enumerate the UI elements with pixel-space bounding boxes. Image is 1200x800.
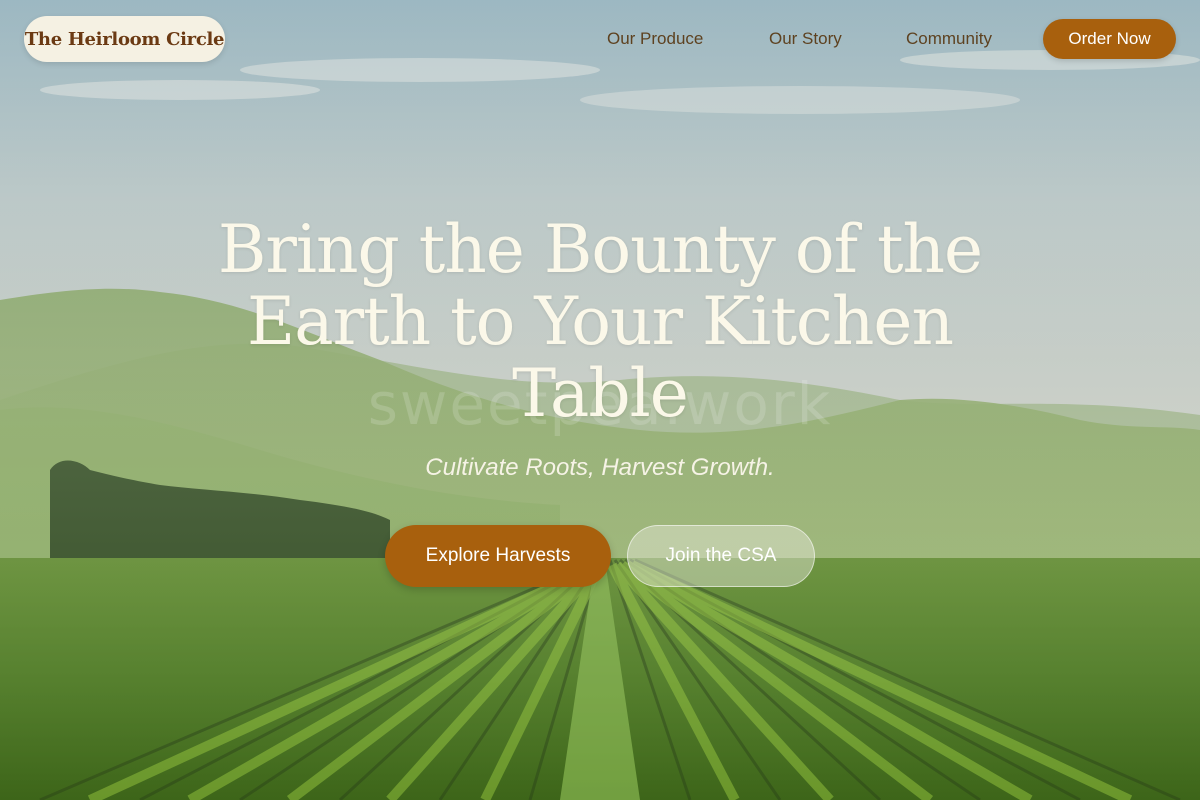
nav-link-our-produce[interactable]: Our Produce: [607, 28, 703, 50]
hero-headline: Bring the Bounty of the Earth to Your Ki…: [217, 211, 983, 432]
logo-text: The Heirloom Circle: [24, 28, 225, 50]
hero-tagline: Cultivate Roots, Harvest Growth.: [425, 454, 775, 481]
logo[interactable]: The Heirloom Circle: [24, 16, 225, 62]
explore-harvests-button[interactable]: Explore Harvests: [385, 525, 611, 587]
join-csa-button[interactable]: Join the CSA: [627, 525, 815, 587]
nav-link-community[interactable]: Community: [906, 28, 992, 50]
hero-section: sweetpea.work The Heirloom Circle Our Pr…: [0, 0, 1200, 800]
order-now-button[interactable]: Order Now: [1043, 19, 1176, 59]
nav-link-our-story[interactable]: Our Story: [769, 28, 842, 50]
